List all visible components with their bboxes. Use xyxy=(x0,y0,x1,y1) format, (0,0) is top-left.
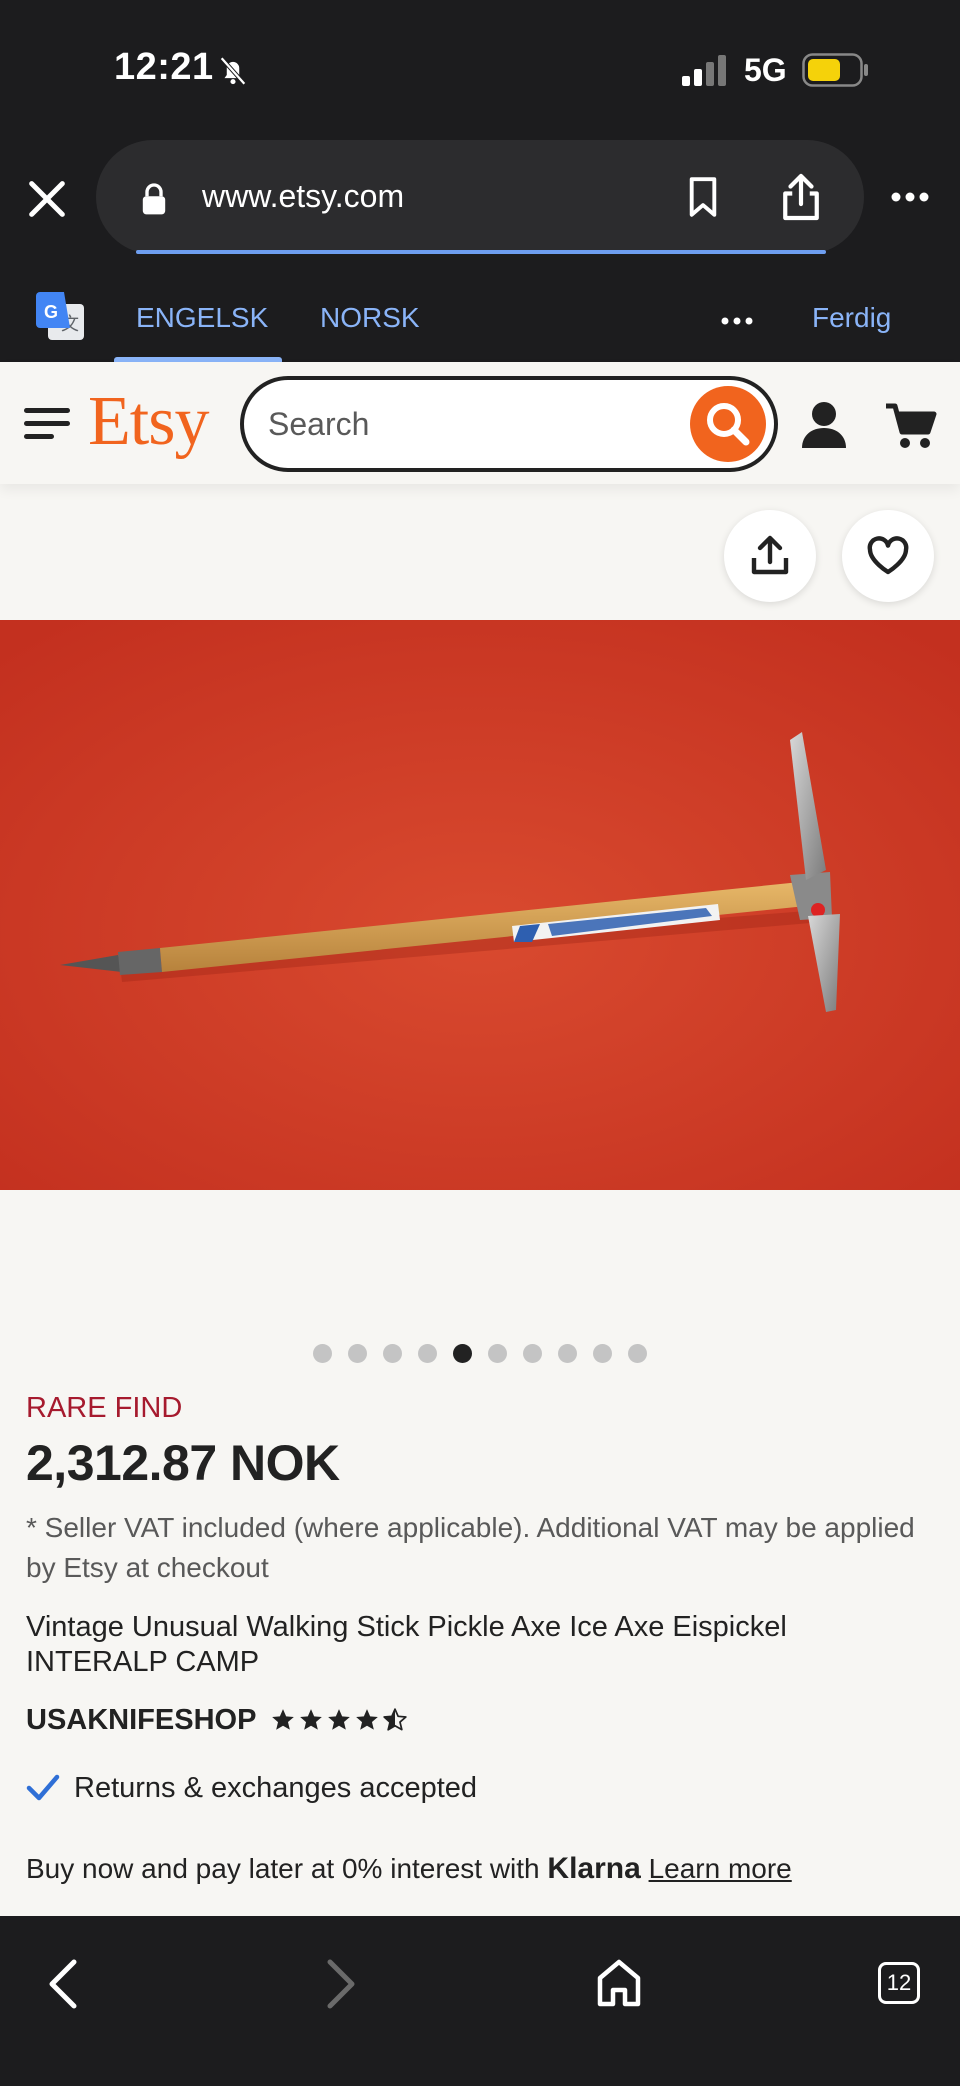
search-button[interactable] xyxy=(690,386,766,462)
tab-source-language[interactable]: ENGELSK xyxy=(136,302,268,334)
shop-row: USAKNIFESHOP xyxy=(26,1700,408,1740)
network-type: 5G xyxy=(744,52,787,88)
share-icon[interactable] xyxy=(780,172,822,222)
more-icon[interactable] xyxy=(720,316,754,326)
forward-arrow-icon[interactable] xyxy=(320,1958,360,2010)
signal-icon xyxy=(682,55,726,86)
carousel-dot[interactable] xyxy=(418,1344,437,1363)
product-price: 2,312.87 NOK xyxy=(26,1435,340,1491)
done-button[interactable]: Ferdig xyxy=(812,302,891,334)
status-time: 12:21 xyxy=(114,46,214,88)
product-title: Vintage Unusual Walking Stick Pickle Axe… xyxy=(26,1611,787,1678)
user-icon[interactable] xyxy=(800,400,848,450)
product-image[interactable] xyxy=(0,620,960,1190)
half-star-icon xyxy=(383,1708,408,1731)
share-icon xyxy=(751,535,789,575)
browser-bottom-nav: 12 xyxy=(0,1916,960,2086)
tab-target-language[interactable]: NORSK xyxy=(320,302,420,334)
star-icon xyxy=(328,1709,351,1730)
rare-find-badge: RARE FIND xyxy=(26,1392,183,1424)
status-bar: 12:21 5G xyxy=(0,0,960,130)
etsy-logo[interactable]: Etsy xyxy=(88,382,209,462)
more-icon[interactable] xyxy=(890,190,930,204)
search-box xyxy=(240,376,778,472)
favorite-button[interactable] xyxy=(842,510,934,602)
search-input[interactable] xyxy=(268,400,648,448)
page-load-progress xyxy=(136,250,826,254)
home-icon[interactable] xyxy=(596,1958,642,2008)
screen: 12:21 5G www.etsy.com 文 G ENGELSK NORSK … xyxy=(0,0,960,2086)
battery-icon xyxy=(802,53,868,87)
search-icon xyxy=(707,403,750,446)
tabs-count-button[interactable]: 12 xyxy=(878,1962,920,2004)
carousel-dot-active[interactable] xyxy=(453,1344,472,1363)
carousel-dot[interactable] xyxy=(593,1344,612,1363)
klarna-text: Buy now and pay later at 0% interest wit… xyxy=(26,1853,540,1884)
returns-text: Returns & exchanges accepted xyxy=(74,1771,478,1804)
carousel-dot[interactable] xyxy=(488,1344,507,1363)
klarna-row: Buy now and pay later at 0% interest wit… xyxy=(26,1852,792,1886)
learn-more-link[interactable]: Learn more xyxy=(649,1853,792,1884)
bell-slash-icon xyxy=(220,56,246,86)
klarna-brand: Klarna xyxy=(547,1852,641,1885)
svg-text:G: G xyxy=(44,302,58,322)
shop-name-link[interactable]: USAKNIFESHOP xyxy=(26,1704,256,1737)
star-icon xyxy=(356,1709,379,1730)
carousel-dot[interactable] xyxy=(383,1344,402,1363)
carousel-dot[interactable] xyxy=(348,1344,367,1363)
address-bar[interactable]: www.etsy.com xyxy=(96,140,864,254)
star-icon xyxy=(300,1709,323,1730)
star-rating[interactable] xyxy=(270,1707,408,1733)
site-header: Etsy xyxy=(0,362,960,484)
url-text: www.etsy.com xyxy=(202,178,405,214)
browser-toolbar: www.etsy.com xyxy=(0,130,960,280)
cart-icon[interactable] xyxy=(884,400,938,450)
share-listing-button[interactable] xyxy=(724,510,816,602)
bookmark-icon[interactable] xyxy=(686,176,720,218)
google-translate-icon[interactable]: 文 G xyxy=(34,292,86,342)
heart-icon xyxy=(867,536,909,575)
returns-row: Returns & exchanges accepted xyxy=(26,1768,477,1808)
translate-bar: 文 G ENGELSK NORSK Ferdig xyxy=(0,280,960,362)
carousel-dot[interactable] xyxy=(628,1344,647,1363)
carousel-dot[interactable] xyxy=(523,1344,542,1363)
lock-icon xyxy=(142,183,166,215)
carousel-dot[interactable] xyxy=(558,1344,577,1363)
carousel-dot[interactable] xyxy=(313,1344,332,1363)
close-icon[interactable] xyxy=(24,176,70,222)
back-arrow-icon[interactable] xyxy=(44,1958,84,2010)
vat-note: * Seller VAT included (where applicable)… xyxy=(26,1512,915,1583)
image-carousel-dots xyxy=(0,1344,960,1366)
checkmark-icon xyxy=(26,1774,60,1801)
star-icon xyxy=(272,1709,295,1730)
menu-icon[interactable] xyxy=(24,406,70,440)
